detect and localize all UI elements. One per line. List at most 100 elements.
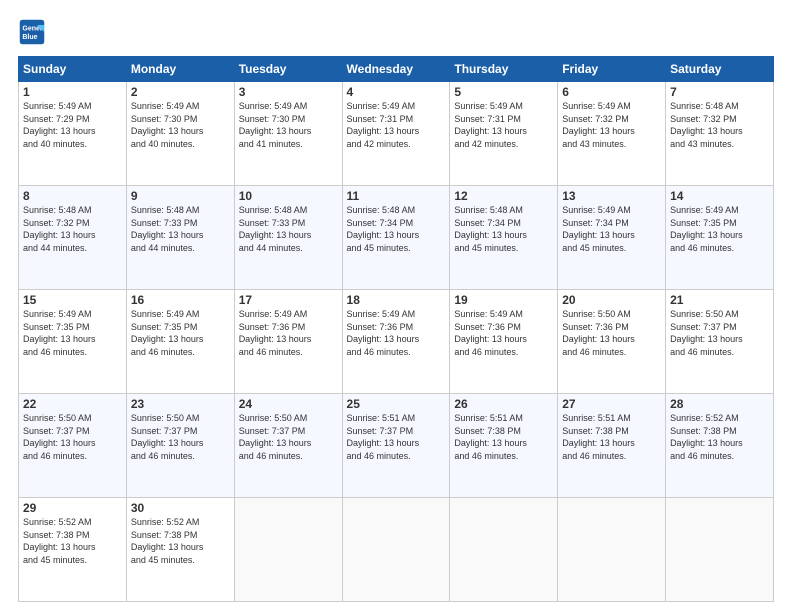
calendar-row: 1Sunrise: 5:49 AM Sunset: 7:29 PM Daylig… <box>19 82 774 186</box>
calendar-cell: 15Sunrise: 5:49 AM Sunset: 7:35 PM Dayli… <box>19 290 127 394</box>
calendar-cell: 6Sunrise: 5:49 AM Sunset: 7:32 PM Daylig… <box>558 82 666 186</box>
col-header-sunday: Sunday <box>19 57 127 82</box>
day-number: 12 <box>454 189 553 203</box>
calendar-cell: 7Sunrise: 5:48 AM Sunset: 7:32 PM Daylig… <box>666 82 774 186</box>
cell-info: Sunrise: 5:48 AM Sunset: 7:32 PM Dayligh… <box>670 100 769 150</box>
calendar-row: 8Sunrise: 5:48 AM Sunset: 7:32 PM Daylig… <box>19 186 774 290</box>
day-number: 30 <box>131 501 230 515</box>
cell-info: Sunrise: 5:52 AM Sunset: 7:38 PM Dayligh… <box>670 412 769 462</box>
cell-info: Sunrise: 5:49 AM Sunset: 7:34 PM Dayligh… <box>562 204 661 254</box>
cell-info: Sunrise: 5:51 AM Sunset: 7:38 PM Dayligh… <box>562 412 661 462</box>
day-number: 10 <box>239 189 338 203</box>
day-number: 29 <box>23 501 122 515</box>
svg-text:Blue: Blue <box>22 34 37 41</box>
calendar-cell: 27Sunrise: 5:51 AM Sunset: 7:38 PM Dayli… <box>558 394 666 498</box>
day-number: 15 <box>23 293 122 307</box>
col-header-wednesday: Wednesday <box>342 57 450 82</box>
day-number: 26 <box>454 397 553 411</box>
day-number: 14 <box>670 189 769 203</box>
calendar-cell <box>342 498 450 602</box>
day-number: 19 <box>454 293 553 307</box>
cell-info: Sunrise: 5:51 AM Sunset: 7:38 PM Dayligh… <box>454 412 553 462</box>
calendar-cell: 26Sunrise: 5:51 AM Sunset: 7:38 PM Dayli… <box>450 394 558 498</box>
calendar-table: SundayMondayTuesdayWednesdayThursdayFrid… <box>18 56 774 602</box>
cell-info: Sunrise: 5:48 AM Sunset: 7:34 PM Dayligh… <box>454 204 553 254</box>
calendar-cell: 16Sunrise: 5:49 AM Sunset: 7:35 PM Dayli… <box>126 290 234 394</box>
calendar-cell: 4Sunrise: 5:49 AM Sunset: 7:31 PM Daylig… <box>342 82 450 186</box>
logo-icon: General Blue <box>18 18 46 46</box>
calendar-cell: 24Sunrise: 5:50 AM Sunset: 7:37 PM Dayli… <box>234 394 342 498</box>
day-number: 25 <box>347 397 446 411</box>
cell-info: Sunrise: 5:49 AM Sunset: 7:32 PM Dayligh… <box>562 100 661 150</box>
calendar-cell: 19Sunrise: 5:49 AM Sunset: 7:36 PM Dayli… <box>450 290 558 394</box>
column-headers-row: SundayMondayTuesdayWednesdayThursdayFrid… <box>19 57 774 82</box>
day-number: 6 <box>562 85 661 99</box>
day-number: 11 <box>347 189 446 203</box>
day-number: 2 <box>131 85 230 99</box>
day-number: 20 <box>562 293 661 307</box>
day-number: 17 <box>239 293 338 307</box>
day-number: 21 <box>670 293 769 307</box>
day-number: 8 <box>23 189 122 203</box>
calendar-cell: 29Sunrise: 5:52 AM Sunset: 7:38 PM Dayli… <box>19 498 127 602</box>
cell-info: Sunrise: 5:49 AM Sunset: 7:30 PM Dayligh… <box>239 100 338 150</box>
day-number: 5 <box>454 85 553 99</box>
cell-info: Sunrise: 5:49 AM Sunset: 7:36 PM Dayligh… <box>454 308 553 358</box>
col-header-thursday: Thursday <box>450 57 558 82</box>
calendar-cell: 1Sunrise: 5:49 AM Sunset: 7:29 PM Daylig… <box>19 82 127 186</box>
cell-info: Sunrise: 5:48 AM Sunset: 7:34 PM Dayligh… <box>347 204 446 254</box>
cell-info: Sunrise: 5:49 AM Sunset: 7:36 PM Dayligh… <box>239 308 338 358</box>
day-number: 13 <box>562 189 661 203</box>
header: General Blue <box>18 18 774 46</box>
day-number: 22 <box>23 397 122 411</box>
calendar-cell: 21Sunrise: 5:50 AM Sunset: 7:37 PM Dayli… <box>666 290 774 394</box>
cell-info: Sunrise: 5:49 AM Sunset: 7:30 PM Dayligh… <box>131 100 230 150</box>
calendar-cell: 14Sunrise: 5:49 AM Sunset: 7:35 PM Dayli… <box>666 186 774 290</box>
calendar-cell: 28Sunrise: 5:52 AM Sunset: 7:38 PM Dayli… <box>666 394 774 498</box>
calendar-cell: 20Sunrise: 5:50 AM Sunset: 7:36 PM Dayli… <box>558 290 666 394</box>
cell-info: Sunrise: 5:49 AM Sunset: 7:31 PM Dayligh… <box>454 100 553 150</box>
calendar-row: 29Sunrise: 5:52 AM Sunset: 7:38 PM Dayli… <box>19 498 774 602</box>
calendar-cell: 3Sunrise: 5:49 AM Sunset: 7:30 PM Daylig… <box>234 82 342 186</box>
calendar-cell: 10Sunrise: 5:48 AM Sunset: 7:33 PM Dayli… <box>234 186 342 290</box>
cell-info: Sunrise: 5:50 AM Sunset: 7:37 PM Dayligh… <box>23 412 122 462</box>
day-number: 4 <box>347 85 446 99</box>
calendar-row: 15Sunrise: 5:49 AM Sunset: 7:35 PM Dayli… <box>19 290 774 394</box>
cell-info: Sunrise: 5:49 AM Sunset: 7:35 PM Dayligh… <box>131 308 230 358</box>
cell-info: Sunrise: 5:52 AM Sunset: 7:38 PM Dayligh… <box>131 516 230 566</box>
cell-info: Sunrise: 5:49 AM Sunset: 7:35 PM Dayligh… <box>23 308 122 358</box>
day-number: 3 <box>239 85 338 99</box>
calendar-cell: 17Sunrise: 5:49 AM Sunset: 7:36 PM Dayli… <box>234 290 342 394</box>
cell-info: Sunrise: 5:50 AM Sunset: 7:37 PM Dayligh… <box>670 308 769 358</box>
calendar-body: 1Sunrise: 5:49 AM Sunset: 7:29 PM Daylig… <box>19 82 774 602</box>
calendar-cell: 8Sunrise: 5:48 AM Sunset: 7:32 PM Daylig… <box>19 186 127 290</box>
col-header-monday: Monday <box>126 57 234 82</box>
cell-info: Sunrise: 5:50 AM Sunset: 7:36 PM Dayligh… <box>562 308 661 358</box>
cell-info: Sunrise: 5:49 AM Sunset: 7:29 PM Dayligh… <box>23 100 122 150</box>
logo: General Blue <box>18 18 50 46</box>
calendar-cell: 11Sunrise: 5:48 AM Sunset: 7:34 PM Dayli… <box>342 186 450 290</box>
calendar-cell: 12Sunrise: 5:48 AM Sunset: 7:34 PM Dayli… <box>450 186 558 290</box>
day-number: 18 <box>347 293 446 307</box>
col-header-friday: Friday <box>558 57 666 82</box>
calendar-cell: 22Sunrise: 5:50 AM Sunset: 7:37 PM Dayli… <box>19 394 127 498</box>
calendar-cell: 23Sunrise: 5:50 AM Sunset: 7:37 PM Dayli… <box>126 394 234 498</box>
day-number: 7 <box>670 85 769 99</box>
calendar-cell: 5Sunrise: 5:49 AM Sunset: 7:31 PM Daylig… <box>450 82 558 186</box>
calendar-cell: 2Sunrise: 5:49 AM Sunset: 7:30 PM Daylig… <box>126 82 234 186</box>
day-number: 24 <box>239 397 338 411</box>
day-number: 1 <box>23 85 122 99</box>
day-number: 9 <box>131 189 230 203</box>
calendar-cell <box>558 498 666 602</box>
calendar-cell <box>666 498 774 602</box>
calendar-cell <box>450 498 558 602</box>
cell-info: Sunrise: 5:52 AM Sunset: 7:38 PM Dayligh… <box>23 516 122 566</box>
calendar-cell: 18Sunrise: 5:49 AM Sunset: 7:36 PM Dayli… <box>342 290 450 394</box>
day-number: 16 <box>131 293 230 307</box>
calendar-page: General Blue SundayMondayTuesdayWednesda… <box>0 0 792 612</box>
col-header-tuesday: Tuesday <box>234 57 342 82</box>
cell-info: Sunrise: 5:50 AM Sunset: 7:37 PM Dayligh… <box>239 412 338 462</box>
cell-info: Sunrise: 5:49 AM Sunset: 7:35 PM Dayligh… <box>670 204 769 254</box>
day-number: 27 <box>562 397 661 411</box>
cell-info: Sunrise: 5:50 AM Sunset: 7:37 PM Dayligh… <box>131 412 230 462</box>
